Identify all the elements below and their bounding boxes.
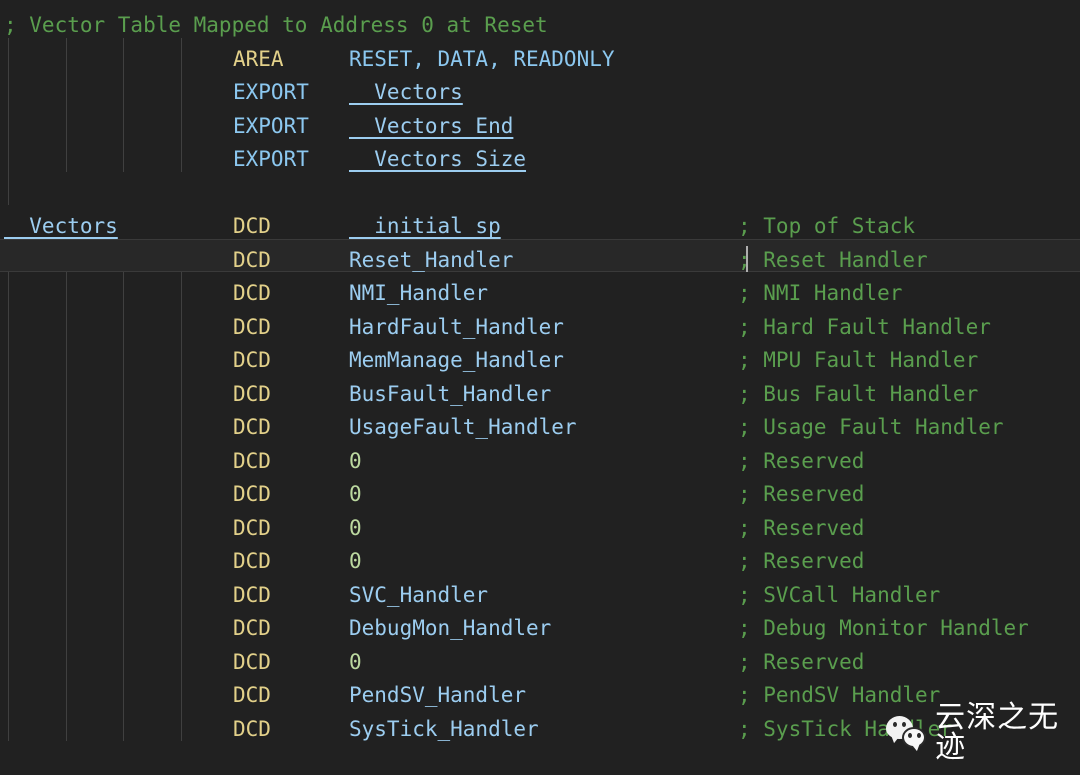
code-token-directive: DCD: [233, 381, 271, 406]
code-token-directive: AREA: [233, 46, 284, 71]
code-token-comment: ; Hard Fault Handler: [738, 314, 991, 339]
code-line[interactable]: EXPORT __Vectors_Size: [0, 143, 1080, 177]
code-token-comment: ; Bus Fault Handler: [738, 381, 979, 406]
code-token-directive: DCD: [233, 515, 271, 540]
code-token-keyword: RESET, DATA, READONLY: [349, 46, 615, 71]
code-token-comment: ; Reset Handler: [738, 247, 928, 272]
code-token-symbol: SVC_Handler: [349, 582, 489, 607]
code-token-directive: DCD: [233, 314, 271, 339]
code-line[interactable]: [0, 177, 1080, 211]
code-line[interactable]: ; Vector Table Mapped to Address 0 at Re…: [0, 9, 1080, 43]
code-token-symbol: BusFault_Handler: [349, 381, 552, 406]
code-token-comment: ; Reserved: [738, 549, 865, 573]
code-token-symbol: Reset_Handler: [349, 247, 514, 272]
code-token-directive: DCD: [233, 214, 271, 238]
code-token-label: __Vectors: [4, 214, 118, 238]
code-token-number: 0: [349, 549, 362, 573]
code-token-number: 0: [349, 515, 362, 540]
code-token-comment: ; Debug Monitor Handler: [738, 616, 1029, 640]
code-token-number: 0: [349, 448, 362, 473]
code-token-symbol: MemManage_Handler: [349, 348, 564, 372]
code-editor[interactable]: ; Vector Table Mapped to Address 0 at Re…: [0, 0, 1080, 775]
code-line[interactable]: DCD DebugMon_Handler ; Debug Monitor Handl…: [0, 612, 1080, 646]
code-token-comment: ; PendSV Handler: [738, 683, 941, 707]
code-line[interactable]: DCD 0 ; Reserved: [0, 545, 1080, 579]
code-token-directive: DCD: [233, 247, 271, 272]
code-token-directive: DCD: [233, 448, 271, 473]
code-token-comment: ; Reserved: [738, 448, 865, 473]
code-line[interactable]: __Vectors DCD __initial_sp ; Top of Stack: [0, 210, 1080, 244]
code-token-directive: DCD: [233, 281, 271, 305]
code-line[interactable]: DCD 0 ; Reserved: [0, 445, 1080, 479]
code-token-directive: DCD: [233, 582, 271, 607]
code-token-comment: ; Reserved: [738, 515, 865, 540]
code-token-directive: DCD: [233, 482, 271, 506]
code-token-symbol: DebugMon_Handler: [349, 616, 552, 640]
code-line[interactable]: DCD NMI_Handler ; NMI Handler: [0, 277, 1080, 311]
code-line[interactable]: DCD HardFault_Handler ; Hard Fault Handler: [0, 311, 1080, 345]
code-token-directive: DCD: [233, 415, 271, 439]
text-caret: [746, 245, 748, 272]
code-token-directive: DCD: [233, 649, 271, 674]
code-token-comment: ; SysTick Handler: [738, 716, 953, 741]
code-token-number: 0: [349, 649, 362, 674]
code-token-comment: ; Reserved: [738, 649, 865, 674]
code-token-comment: ; NMI Handler: [738, 281, 903, 305]
code-token-comment: ; Vector Table Mapped to Address 0 at Re…: [4, 13, 548, 37]
code-token-comment: ; Usage Fault Handler: [738, 415, 1004, 439]
code-token-comment: ; MPU Fault Handler: [738, 348, 979, 372]
code-line[interactable]: DCD UsageFault_Handler ; Usage Fault Handl…: [0, 411, 1080, 445]
code-token-directive: DCD: [233, 348, 271, 372]
code-line[interactable]: DCD 0 ; Reserved: [0, 512, 1080, 546]
code-token-keyword: EXPORT: [233, 113, 309, 138]
code-token-directive: DCD: [233, 716, 271, 741]
code-line[interactable]: DCD 0 ; Reserved: [0, 646, 1080, 680]
code-token-symbol: PendSV_Handler: [349, 683, 527, 707]
code-token-comment: ; SVCall Handler: [738, 582, 941, 607]
code-line[interactable]: DCD SVC_Handler ; SVCall Handler: [0, 579, 1080, 613]
code-token-symbol: HardFault_Handler: [349, 314, 564, 339]
code-token-label: __Vectors: [349, 80, 463, 104]
code-token-keyword: EXPORT: [233, 80, 309, 104]
code-token-number: 0: [349, 482, 362, 506]
code-line[interactable]: DCD MemManage_Handler ; MPU Fault Handler: [0, 344, 1080, 378]
code-token-symbol: SysTick_Handler: [349, 716, 539, 741]
code-line[interactable]: DCD SysTick_Handler ; SysTick Handler: [0, 713, 1080, 747]
code-line[interactable]: EXPORT __Vectors: [0, 76, 1080, 110]
code-token-directive: DCD: [233, 549, 271, 573]
code-token-comment: ; Reserved: [738, 482, 865, 506]
code-token-keyword: EXPORT: [233, 147, 309, 171]
code-line[interactable]: DCD Reset_Handler ; Reset Handler: [0, 244, 1080, 278]
code-line[interactable]: DCD BusFault_Handler ; Bus Fault Handler: [0, 378, 1080, 412]
code-token-label: __Vectors_Size: [349, 147, 527, 171]
code-token-label: __initial_sp: [349, 214, 501, 238]
code-token-symbol: UsageFault_Handler: [349, 415, 577, 439]
code-token-symbol: NMI_Handler: [349, 281, 489, 305]
code-token-directive: DCD: [233, 616, 271, 640]
code-line[interactable]: EXPORT __Vectors_End: [0, 110, 1080, 144]
code-line[interactable]: DCD 0 ; Reserved: [0, 478, 1080, 512]
code-token-directive: DCD: [233, 683, 271, 707]
code-line[interactable]: AREA RESET, DATA, READONLY: [0, 43, 1080, 77]
code-token-comment: ; Top of Stack: [738, 214, 916, 238]
code-line[interactable]: DCD PendSV_Handler ; PendSV Handler: [0, 679, 1080, 713]
code-token-label: __Vectors_End: [349, 113, 514, 138]
